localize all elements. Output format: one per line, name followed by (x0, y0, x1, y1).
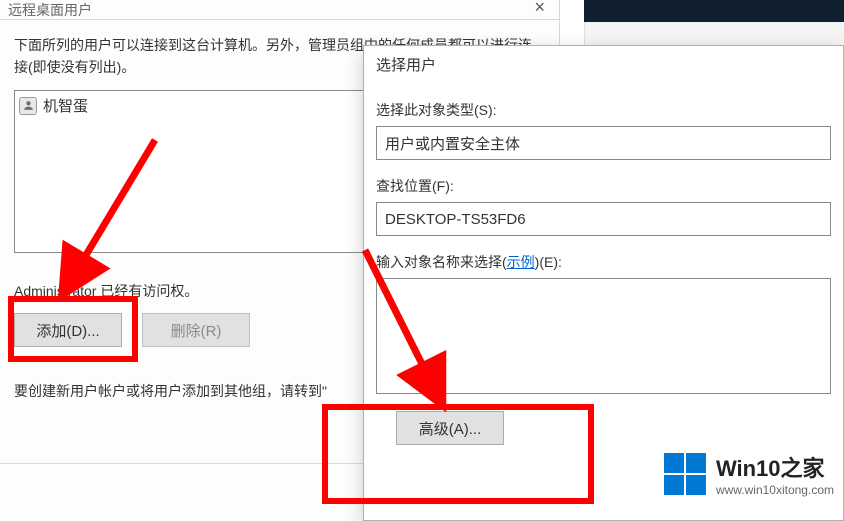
watermark: Win10之家 www.win10xitong.com (664, 451, 834, 497)
examples-link[interactable]: 示例 (507, 254, 535, 270)
select-dialog-titlebar[interactable]: 选择用户 (364, 46, 843, 82)
background-dark-bar (584, 0, 844, 22)
watermark-url: www.win10xitong.com (716, 483, 834, 497)
remote-dialog-titlebar[interactable]: 远程桌面用户 × (0, 0, 559, 20)
watermark-title: Win10之家 (716, 451, 834, 483)
location-label: 查找位置(F): (376, 176, 831, 196)
object-names-input[interactable] (376, 278, 831, 394)
remote-dialog-title: 远程桌面用户 (8, 0, 92, 20)
close-icon[interactable]: × (534, 0, 545, 18)
annotation-rect-add (8, 296, 138, 362)
enter-names-label: 输入对象名称来选择(示例)(E): (376, 252, 831, 272)
annotation-rect-advanced (322, 404, 594, 504)
location-field: DESKTOP-TS53FD6 (376, 202, 831, 236)
user-name: 机智蛋 (43, 95, 88, 116)
object-type-field: 用户或内置安全主体 (376, 126, 831, 160)
remove-button: 删除(R) (142, 313, 250, 347)
object-type-label: 选择此对象类型(S): (376, 100, 831, 120)
user-icon (19, 97, 37, 115)
select-dialog-title: 选择用户 (376, 54, 436, 75)
windows-logo-icon (664, 453, 706, 495)
